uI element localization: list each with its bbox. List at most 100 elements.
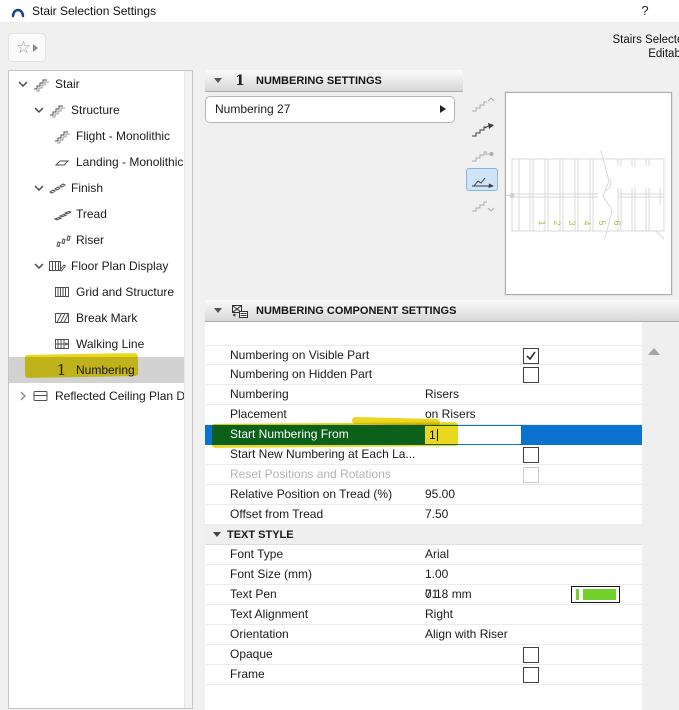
row-frame[interactable]: Frame (205, 665, 642, 685)
flyout-arrow-icon (440, 105, 446, 113)
section-title: TEXT STYLE (227, 528, 294, 541)
checkbox-checked[interactable] (523, 348, 539, 364)
preview-number: 6 (612, 220, 622, 225)
numbering-one-icon: 1 (235, 72, 245, 89)
checkbox-unchecked[interactable] (523, 447, 539, 463)
pen-number[interactable]: 71 (425, 585, 438, 604)
riser-icon (51, 232, 72, 248)
checkbox-unchecked[interactable] (523, 667, 539, 683)
structure-icon (46, 102, 67, 118)
sidebar-item-structure[interactable]: Structure (9, 97, 192, 123)
sidebar-item-finish[interactable]: Finish (9, 175, 192, 201)
row-label: Numbering on Visible Part (230, 348, 370, 362)
numbering-settings-header[interactable]: 1 NUMBERING SETTINGS (205, 70, 463, 92)
section-title: NUMBERING SETTINGS (256, 74, 382, 87)
row-start-new-numbering[interactable]: Start New Numbering at Each La... (205, 445, 642, 465)
tree-label: Reflected Ceiling Plan Di (55, 389, 188, 403)
chevron-down-icon[interactable] (31, 183, 46, 193)
numbering-option-down-button[interactable] (466, 193, 498, 216)
row-value[interactable]: Arial (425, 545, 449, 564)
numbering-preset-combo[interactable]: Numbering 27 (205, 96, 455, 123)
preview-number: 2 (552, 220, 562, 225)
text-style-section-header[interactable]: TEXT STYLE (205, 525, 642, 545)
row-label: Frame (230, 667, 265, 681)
selection-status: Stairs Selected: Editable: (473, 34, 679, 61)
tree-scrollbar[interactable] (184, 71, 192, 708)
row-reset-positions-rotations: Reset Positions and Rotations (205, 465, 642, 485)
sidebar-item-stair[interactable]: Stair (9, 71, 192, 97)
tree-label: Stair (55, 77, 80, 91)
row-font-type[interactable]: Font Type Arial (205, 545, 642, 565)
sidebar-item-flight-monolithic[interactable]: Flight - Monolithic (9, 123, 192, 149)
sidebar-item-break-mark[interactable]: Break Mark (9, 305, 192, 331)
sidebar-item-tread[interactable]: Tread (9, 201, 192, 227)
row-value[interactable]: Risers (425, 385, 459, 404)
row-value[interactable]: Align with Riser (425, 625, 508, 644)
title-bar: Stair Selection Settings ? (0, 0, 679, 23)
collapse-triangle-icon[interactable] (213, 532, 221, 537)
walking-line-icon (51, 336, 72, 352)
scroll-up-arrow-icon[interactable] (648, 348, 660, 355)
preview-number: 4 (582, 220, 592, 225)
landing-icon (51, 154, 72, 170)
collapse-triangle-icon[interactable] (214, 308, 222, 313)
row-label: Start Numbering From (230, 427, 349, 441)
highlight-marker-numbering (24, 353, 139, 378)
checkbox-unchecked[interactable] (523, 647, 539, 663)
pen-color-swatch[interactable] (571, 586, 620, 603)
tree-label: Grid and Structure (76, 285, 175, 299)
row-font-size[interactable]: Font Size (mm) 1.00 (205, 565, 642, 585)
sidebar-item-grid-and-structure[interactable]: Grid and Structure (9, 279, 192, 305)
row-label: Opaque (230, 647, 273, 661)
row-label: Placement (230, 407, 287, 421)
row-value[interactable]: 1.00 (425, 565, 448, 584)
row-label: Numbering on Hidden Part (230, 367, 373, 381)
row-relative-position-on-tread[interactable]: Relative Position on Tread (%) 95.00 (205, 485, 642, 505)
row-opaque[interactable]: Opaque (205, 645, 642, 665)
chevron-down-icon[interactable] (31, 261, 46, 271)
component-settings-table: Numbering on Visible Part Numbering on H… (205, 322, 642, 710)
numbering-option-horizontal-button[interactable] (466, 168, 498, 191)
archicad-logo-icon (10, 3, 26, 19)
table-scrollbar[interactable] (642, 322, 679, 710)
row-label: Reset Positions and Rotations (230, 467, 391, 481)
tread-icon (51, 206, 72, 222)
row-numbering-on-hidden-part[interactable]: Numbering on Hidden Part (205, 365, 642, 385)
chevron-down-icon[interactable] (31, 105, 46, 115)
sidebar-item-floor-plan-display[interactable]: Floor Plan Display (9, 253, 192, 279)
row-label: Font Size (mm) (230, 567, 313, 581)
pen-line-sample (576, 589, 579, 600)
sidebar-item-reflected-ceiling-plan[interactable]: Reflected Ceiling Plan Di (9, 383, 192, 409)
reflected-ceiling-icon (30, 388, 51, 404)
row-numbering-on-visible-part[interactable]: Numbering on Visible Part (205, 345, 642, 365)
favorites-button[interactable]: ☆ (8, 33, 46, 62)
numbering-option-point-button[interactable] (466, 143, 498, 166)
row-text-pen[interactable]: Text Pen 0.18 mm 71 (205, 585, 642, 605)
stair-icon (30, 76, 51, 92)
tree-label: Break Mark (76, 311, 138, 325)
settings-tree-panel: Stair Structure Flight - Monolithic Land… (8, 70, 193, 709)
star-icon: ☆ (15, 38, 32, 57)
row-text-alignment[interactable]: Text Alignment Right (205, 605, 642, 625)
row-value[interactable]: Right (425, 605, 453, 624)
chevron-down-icon[interactable] (15, 79, 30, 89)
chevron-right-icon[interactable] (15, 391, 30, 401)
numbering-option-arrow-button[interactable] (466, 118, 498, 141)
row-orientation[interactable]: Orientation Align with Riser (205, 625, 642, 645)
stair-plan-drawing: 1 2 3 4 5 6 (506, 150, 665, 240)
numbering-component-settings-header[interactable]: NUMBERING COMPONENT SETTINGS (205, 300, 679, 322)
window-title: Stair Selection Settings (32, 4, 157, 18)
sidebar-item-riser[interactable]: Riser (9, 227, 192, 253)
numbering-option-up-button[interactable] (466, 93, 498, 116)
row-offset-from-tread[interactable]: Offset from Tread 7.50 (205, 505, 642, 525)
row-value[interactable]: 95.00 (425, 485, 455, 504)
row-label: Start New Numbering at Each La... (230, 447, 416, 461)
checkbox-unchecked[interactable] (523, 367, 539, 383)
row-value[interactable]: 7.50 (425, 505, 448, 524)
break-mark-icon (51, 310, 72, 326)
collapse-triangle-icon[interactable] (214, 78, 222, 83)
help-button[interactable]: ? (633, 0, 657, 22)
row-numbering[interactable]: Numbering Risers (205, 385, 642, 405)
sidebar-item-landing-monolithic[interactable]: Landing - Monolithic (9, 149, 192, 175)
flight-icon (51, 128, 72, 144)
